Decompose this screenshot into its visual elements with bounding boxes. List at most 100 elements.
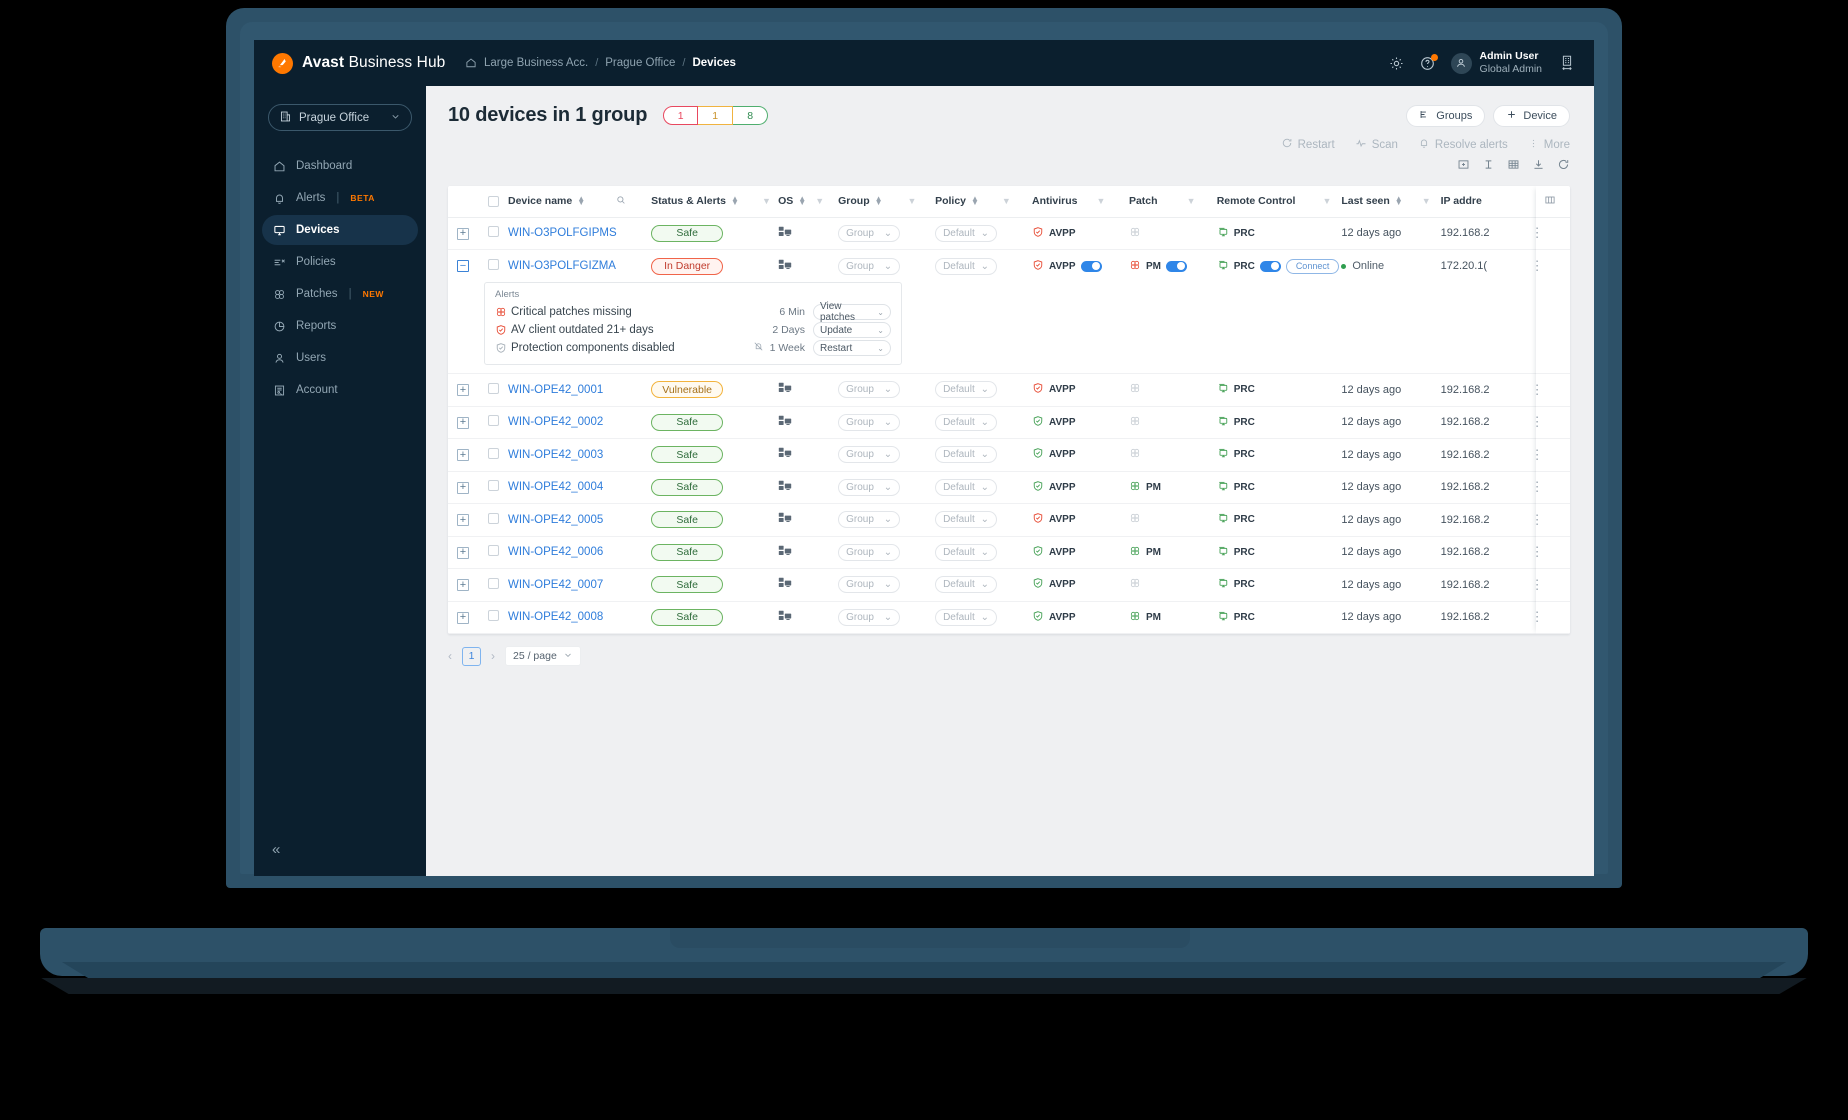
sort-icon[interactable]: ▲ ▼ — [971, 194, 979, 207]
row-checkbox[interactable] — [487, 610, 499, 622]
status-badge-vulnerable[interactable]: 1 — [698, 106, 734, 125]
sidebar-item-users[interactable]: Users — [262, 343, 418, 373]
row-kebab-menu[interactable]: ⋮ — [1531, 414, 1544, 429]
download-icon[interactable] — [1532, 158, 1545, 176]
expand-row-button[interactable]: + — [457, 514, 469, 526]
device-name-link[interactable]: WIN-OPE42_0004 — [508, 481, 603, 493]
policy-select[interactable]: Default ⌄ — [935, 511, 998, 529]
table-row[interactable]: + WIN-OPE42_0001 Vulnerable Group ⌄ Default ⌄ A… — [448, 373, 1570, 407]
status-badge[interactable]: Safe — [651, 543, 724, 561]
expand-row-button[interactable]: + — [457, 227, 469, 240]
sort-icon[interactable]: ▲ ▼ — [731, 194, 739, 207]
row-kebab-menu[interactable]: ⋮ — [1531, 512, 1544, 527]
policy-select[interactable]: Default ⌄ — [935, 446, 998, 464]
expand-row-button[interactable]: + — [457, 449, 469, 461]
alert-action-select[interactable]: Restart ⌄ — [813, 340, 891, 356]
row-checkbox[interactable] — [487, 480, 499, 492]
sidebar-item-policies[interactable]: Policies — [262, 247, 418, 277]
sidebar-item-patches[interactable]: Patches | NEW — [262, 279, 418, 309]
group-select[interactable]: Group ⌄ — [838, 478, 901, 496]
group-select[interactable]: Group ⌄ — [838, 224, 901, 242]
table-row[interactable]: + WIN-OPE42_0005 Safe Group ⌄ Default ⌄ AVPP PRC… — [448, 503, 1570, 537]
user-menu[interactable]: Admin User Global Admin — [1450, 50, 1542, 76]
sort-icon[interactable]: ▲ ▼ — [798, 194, 806, 207]
expand-row-button[interactable]: + — [457, 416, 469, 429]
row-kebab-menu[interactable]: ⋮ — [1531, 447, 1544, 462]
connect-button[interactable]: Connect — [1285, 258, 1340, 274]
breadcrumb-item-1[interactable]: Prague Office — [605, 57, 675, 69]
row-checkbox[interactable] — [487, 415, 499, 427]
expand-row-button[interactable]: + — [457, 611, 469, 624]
filter-icon[interactable]: ▼ — [908, 196, 917, 206]
policy-select[interactable]: Default ⌄ — [935, 576, 998, 594]
row-kebab-menu[interactable]: ⋮ — [1531, 609, 1544, 624]
filter-icon[interactable]: ▼ — [1002, 196, 1011, 206]
brand-logo-wrap[interactable]: Avast Business Hub — [272, 52, 455, 74]
filter-icon[interactable]: ▼ — [1187, 196, 1196, 206]
policy-select[interactable]: Default ⌄ — [935, 257, 998, 275]
grid-density-icon[interactable] — [1507, 158, 1520, 176]
filter-icon[interactable]: ▼ — [762, 196, 771, 206]
filter-icon[interactable]: ▼ — [815, 196, 824, 206]
expand-row-button[interactable]: + — [457, 546, 469, 559]
table-row[interactable]: + WIN-OPE42_0008 Safe Group ⌄ Default ⌄ AVPP PM P… — [448, 601, 1570, 634]
restart-action[interactable]: Restart — [1281, 137, 1335, 152]
service-toggle[interactable] — [1165, 260, 1187, 272]
search-icon[interactable] — [616, 195, 626, 207]
add-device-button[interactable]: Device — [1493, 104, 1570, 127]
status-badge-danger[interactable]: 1 — [663, 106, 699, 125]
row-checkbox[interactable] — [487, 545, 499, 557]
table-row[interactable]: + WIN-OPE42_0002 Safe Group ⌄ Default ⌄ AVPP PRC… — [448, 406, 1570, 439]
group-select[interactable]: Group ⌄ — [838, 608, 901, 626]
sidebar-item-devices[interactable]: Devices — [262, 215, 418, 245]
filter-icon[interactable]: ▼ — [1322, 196, 1331, 206]
status-badge[interactable]: Safe — [651, 608, 724, 626]
group-select[interactable]: Group ⌄ — [838, 543, 901, 561]
expand-row-button[interactable]: + — [457, 481, 469, 494]
help-circle-icon[interactable] — [1420, 53, 1438, 71]
sort-icon[interactable]: ▲ ▼ — [875, 194, 883, 207]
policy-select[interactable]: Default ⌄ — [935, 608, 998, 626]
expand-row-button[interactable]: + — [457, 579, 469, 591]
status-badge[interactable]: Vulnerable — [651, 381, 724, 399]
sort-icon[interactable]: ▲ ▼ — [577, 194, 585, 207]
company-switch-icon[interactable] — [1558, 54, 1576, 72]
breadcrumb-item-0[interactable]: Large Business Acc. — [484, 57, 588, 69]
row-kebab-menu[interactable]: ⋮ — [1531, 544, 1544, 559]
sidebar-item-alerts[interactable]: Alerts | BETA — [262, 183, 418, 213]
scan-action[interactable]: Scan — [1355, 137, 1398, 152]
row-checkbox[interactable] — [487, 447, 499, 459]
row-height-icon[interactable] — [1482, 158, 1495, 176]
filter-icon[interactable]: ▼ — [1097, 196, 1106, 206]
policy-select[interactable]: Default ⌄ — [935, 478, 998, 496]
row-kebab-menu[interactable]: ⋮ — [1531, 258, 1544, 273]
alert-item[interactable]: Protection components disabled 1 Week Rest… — [495, 339, 891, 357]
office-selector[interactable]: Prague Office — [268, 104, 412, 131]
device-name-link[interactable]: WIN-OPE42_0008 — [508, 611, 603, 623]
row-checkbox[interactable] — [487, 512, 499, 524]
sidebar-item-dashboard[interactable]: Dashboard — [262, 151, 418, 181]
status-badge[interactable]: Safe — [651, 478, 724, 496]
status-badge[interactable]: Safe — [651, 446, 724, 464]
row-kebab-menu[interactable]: ⋮ — [1531, 225, 1544, 240]
group-select[interactable]: Group ⌄ — [838, 257, 901, 275]
row-checkbox[interactable] — [487, 259, 499, 270]
alert-action-select[interactable]: View patches ⌄ — [813, 301, 891, 323]
columns-settings-icon[interactable] — [1544, 194, 1556, 208]
row-checkbox[interactable] — [487, 226, 499, 238]
status-badge[interactable]: Safe — [651, 413, 724, 431]
table-row[interactable]: + WIN-OPE42_0003 Safe Group ⌄ Default ⌄ AVPP PRC… — [448, 438, 1570, 472]
device-name-link[interactable]: WIN-O3POLFGIPMS — [508, 227, 617, 239]
gear-icon[interactable] — [1389, 56, 1404, 71]
device-name-link[interactable]: WIN-OPE42_0007 — [508, 579, 603, 591]
device-name-link[interactable]: WIN-OPE42_0006 — [508, 546, 603, 558]
table-row[interactable]: − WIN-O3POLFGIZMA In Danger Group ⌄ Default ⌄ A… — [448, 250, 1570, 283]
group-select[interactable]: Group ⌄ — [838, 413, 901, 431]
page-number-1[interactable]: 1 — [462, 646, 481, 666]
status-badge[interactable]: Safe — [651, 576, 724, 594]
status-badge[interactable]: Safe — [651, 224, 724, 242]
policy-select[interactable]: Default ⌄ — [935, 543, 998, 561]
table-row[interactable]: + WIN-OPE42_0004 Safe Group ⌄ Default ⌄ AVPP PM P… — [448, 471, 1570, 504]
refresh-icon[interactable] — [1557, 158, 1570, 176]
table-row[interactable]: + WIN-O3POLFGIPMS Safe Group ⌄ Default ⌄ AVPP PR… — [448, 217, 1570, 250]
